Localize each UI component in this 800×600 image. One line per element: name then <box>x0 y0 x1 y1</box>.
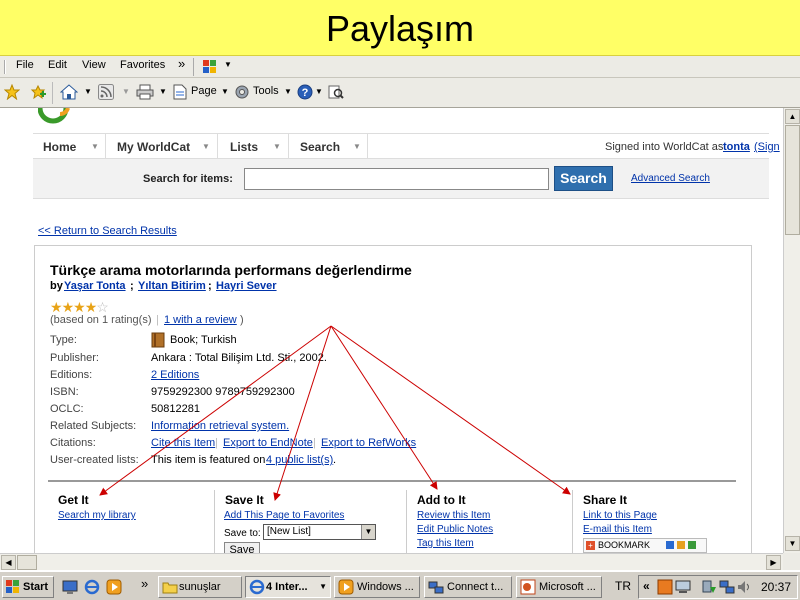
taskbar-button-label: Windows ... <box>357 581 414 593</box>
windows-logo-icon[interactable] <box>202 59 218 78</box>
chevron-down-icon: ▼ <box>319 582 327 591</box>
arrow-to-share-it <box>330 325 571 495</box>
cmd-divider <box>52 82 53 104</box>
slide-title: Paylaşım <box>0 0 800 56</box>
internet-explorer-icon[interactable] <box>84 579 100 595</box>
menu-file[interactable]: File <box>16 59 34 71</box>
home-dropdown-icon[interactable]: ▼ <box>84 87 92 96</box>
clock: 20:37 <box>761 580 792 594</box>
help-dropdown-icon[interactable]: ▼ <box>315 87 323 96</box>
research-icon[interactable] <box>328 84 344 100</box>
arrow-to-get-it <box>99 325 332 496</box>
tray-network-icon[interactable] <box>719 579 735 595</box>
menu-favorites[interactable]: Favorites <box>120 59 165 71</box>
page-dropdown-icon[interactable]: ▼ <box>221 87 229 96</box>
scroll-corner <box>783 553 800 570</box>
menu-edit[interactable]: Edit <box>48 59 67 71</box>
vertical-scrollbar[interactable]: ▲ ▼ <box>783 108 800 553</box>
menu-view[interactable]: View <box>82 59 106 71</box>
svg-text:?: ? <box>302 87 309 99</box>
tools-menu-label[interactable]: Tools <box>253 85 279 97</box>
arrow-to-save-it <box>273 325 332 501</box>
taskbar-button-ie[interactable]: 4 Inter... ▼ <box>245 576 331 598</box>
taskbar-button-label: Microsoft ... <box>539 581 596 593</box>
menu-overflow[interactable]: » <box>178 56 185 71</box>
scroll-down-icon[interactable]: ▼ <box>785 536 800 551</box>
menu-grip <box>4 60 6 74</box>
volume-icon[interactable] <box>736 579 752 595</box>
scroll-right-icon[interactable]: ▶ <box>766 555 781 570</box>
language-indicator[interactable]: TR <box>615 579 631 593</box>
scroll-thumb[interactable] <box>17 555 37 570</box>
help-icon[interactable]: ? <box>297 84 313 100</box>
media-player-icon[interactable] <box>106 579 122 595</box>
scroll-left-icon[interactable]: ◀ <box>1 555 16 570</box>
arrow-to-add-to-it <box>330 325 438 490</box>
rss-feed-icon[interactable] <box>98 84 114 100</box>
tray-expand[interactable]: « <box>643 579 650 593</box>
home-icon[interactable] <box>59 84 79 100</box>
feed-dropdown-icon[interactable]: ▼ <box>122 87 130 96</box>
print-icon[interactable] <box>136 84 154 100</box>
favorites-star-icon[interactable] <box>3 83 21 101</box>
scroll-up-icon[interactable]: ▲ <box>785 109 800 124</box>
start-button[interactable]: Start <box>2 576 54 598</box>
taskbar-button-label: 4 Inter... <box>266 581 308 593</box>
system-tray: « 20:37 <box>638 575 798 599</box>
taskbar: Start » sunuşlar 4 Inter... ▼ Windows ..… <box>0 571 800 600</box>
tray-safely-remove-icon[interactable] <box>701 579 717 595</box>
taskbar-button-label: sunuşlar <box>179 581 221 593</box>
tray-monitor-icon[interactable] <box>675 579 691 595</box>
network-connect-icon <box>428 579 444 595</box>
command-bar: ▼ ▼ ▼ Page ▼ Tools ▼ ? ▼ <box>0 78 800 108</box>
horizontal-scrollbar[interactable]: ◀ ▶ <box>0 553 783 570</box>
menu-divider <box>193 58 194 76</box>
powerpoint-icon <box>520 579 536 595</box>
windows-logo-icon <box>6 580 19 593</box>
show-desktop-icon[interactable] <box>62 579 78 595</box>
taskbar-button-powerpoint[interactable]: Microsoft ... <box>516 576 602 598</box>
gear-icon[interactable] <box>234 84 250 100</box>
page-menu-label[interactable]: Page <box>191 85 217 97</box>
annotation-arrows <box>99 325 571 501</box>
folder-icon <box>162 579 178 595</box>
taskbar-button-folder[interactable]: sunuşlar <box>158 576 242 598</box>
add-favorite-icon[interactable] <box>30 84 46 100</box>
web-page: Home ▼ My WorldCat ▼ Lists ▼ Search ▼ Si… <box>0 108 783 553</box>
tools-dropdown-icon[interactable]: ▼ <box>284 87 292 96</box>
menu-bar: File Edit View Favorites » ▼ <box>0 56 800 78</box>
quicklaunch-overflow[interactable]: » <box>141 576 148 591</box>
taskbar-button-connect[interactable]: Connect t... <box>424 576 512 598</box>
tray-app-icon[interactable] <box>657 579 673 595</box>
taskbar-button-media[interactable]: Windows ... <box>334 576 420 598</box>
start-label: Start <box>23 581 49 593</box>
chevron-down-icon[interactable]: ▼ <box>224 60 232 69</box>
taskbar-button-label: Connect t... <box>447 581 504 593</box>
print-dropdown-icon[interactable]: ▼ <box>159 87 167 96</box>
internet-explorer-icon <box>249 579 265 595</box>
media-player-icon <box>338 579 354 595</box>
scroll-thumb[interactable] <box>785 125 800 235</box>
page-icon[interactable] <box>172 84 188 100</box>
